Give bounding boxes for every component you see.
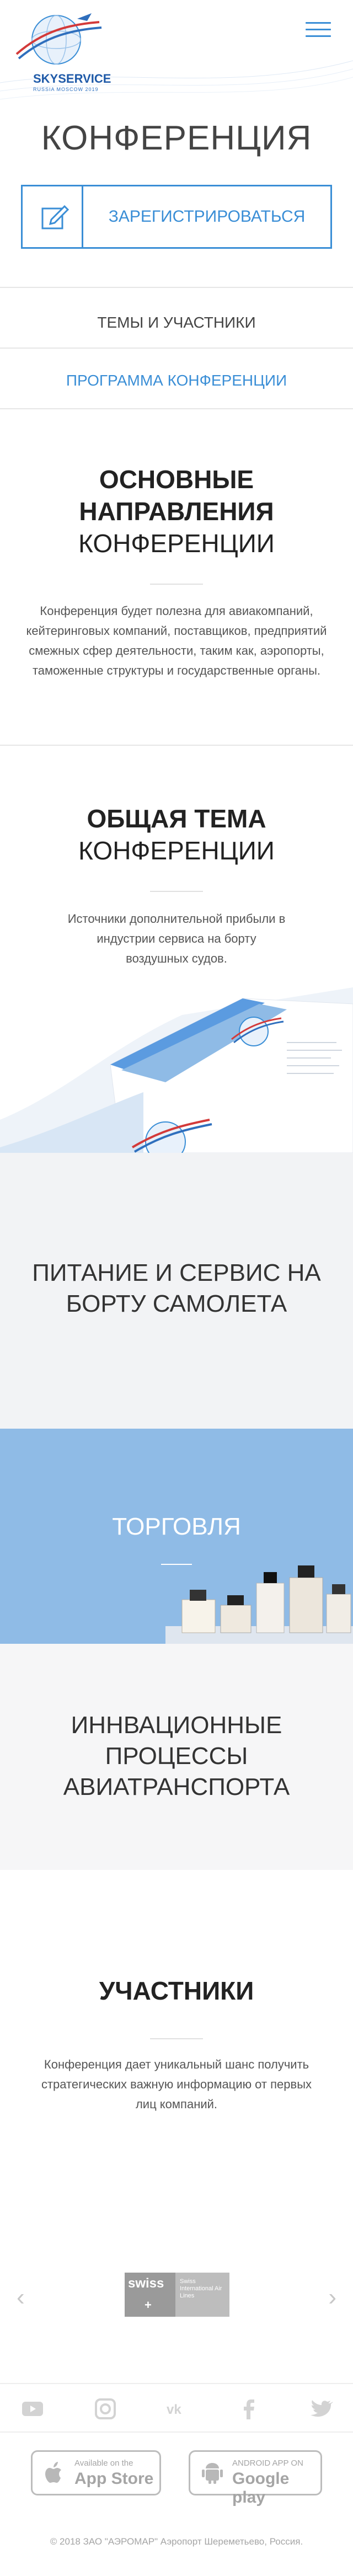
tile-catering-title: ПИТАНИЕ И СЕРВИС НА БОРТУ САМОЛЕТА: [32, 1259, 321, 1317]
register-button-label: ЗАРЕГИСТРИРОВАТЬСЯ: [108, 207, 306, 226]
google-play-small-text: ANDROID APP ON: [232, 2459, 303, 2468]
google-play-large-text: Google play: [232, 2470, 290, 2506]
footer-copyright: © 2018 ЗАО "АЭРОМАР" Аэропорт Шереметьев…: [50, 2536, 303, 2547]
edit-icon: [23, 186, 83, 247]
nav-topics-link[interactable]: ТЕМЫ И УЧАСТНИКИ: [0, 295, 353, 350]
directions-heading-light: КОНФЕРЕНЦИИ: [78, 529, 275, 558]
header: SKYSERVICE RUSSIA MOSCOW 2019: [0, 0, 353, 105]
directions-heading-bold: ОСНОВНЫЕ НАПРАВЛЕНИЯ: [79, 465, 274, 526]
vk-icon[interactable]: vk: [164, 2396, 190, 2422]
topic-text: Источники дополнительной прибыли в индус…: [67, 912, 286, 965]
directions-heading: ОСНОВНЫЕ НАПРАВЛЕНИЯ КОНФЕРЕНЦИИ: [0, 463, 353, 559]
topic-heading-bold: ОБЩАЯ ТЕМА: [87, 804, 266, 833]
section-rule: [150, 584, 203, 585]
divider: [0, 408, 353, 409]
register-button[interactable]: ЗАРЕГИСТРИРОВАТЬСЯ: [21, 185, 332, 249]
partner-caption: Swiss International Air Lines: [180, 2278, 222, 2299]
nav-program-link[interactable]: ПРОГРАММА КОНФЕРЕНЦИИ: [0, 353, 353, 408]
tile-innovation[interactable]: ИННВАЦИОННЫЕ ПРОЦЕССЫ АВИАТРАНСПОРТА: [0, 1644, 353, 1870]
carousel-next-arrow-icon[interactable]: ›: [328, 2284, 336, 2311]
app-store-small-text: Available on the: [74, 2459, 133, 2468]
brochure-image: [0, 987, 353, 1153]
divider: [0, 745, 353, 746]
topic-heading-light: КОНФЕРЕНЦИИ: [78, 836, 275, 865]
svg-text:vk: vk: [167, 2402, 181, 2417]
page: SKYSERVICE RUSSIA MOSCOW 2019 КОНФЕРЕНЦИ…: [0, 0, 353, 2576]
participants-heading-text: УЧАСТНИКИ: [99, 1976, 254, 2005]
divider: [0, 287, 353, 288]
youtube-icon[interactable]: [20, 2396, 45, 2422]
partner-logo-text: swiss: [128, 2276, 164, 2291]
section-rule: [150, 2038, 203, 2039]
logo[interactable]: SKYSERVICE RUSSIA MOSCOW 2019: [11, 8, 111, 92]
swiss-cross-icon: +: [145, 2298, 152, 2312]
directions-text: Конференция будет полезна для авиакомпан…: [26, 604, 327, 677]
twitter-icon[interactable]: [308, 2396, 333, 2422]
social-bar: vk: [0, 2383, 353, 2433]
tile-trade-title: ТОРГОВЛЯ: [112, 1513, 241, 1540]
perfume-bottles-image: [165, 1565, 353, 1644]
android-icon: [199, 2460, 226, 2486]
logo-subtitle: RUSSIA MOSCOW 2019: [33, 87, 99, 92]
tile-innovation-title: ИННВАЦИОННЫЕ ПРОЦЕССЫ АВИАТРАНСПОРТА: [63, 1712, 290, 1800]
section-rule: [150, 891, 203, 892]
apple-icon: [41, 2460, 68, 2486]
logo-text: SKYSERVICE: [33, 72, 111, 85]
divider: [0, 348, 353, 349]
page-title: КОНФЕРЕНЦИЯ: [41, 119, 312, 157]
carousel-prev-arrow-icon[interactable]: ‹: [17, 2284, 25, 2311]
partner-logo-swiss[interactable]: swiss + Swiss International Air Lines: [125, 2273, 229, 2317]
tile-catering[interactable]: ПИТАНИЕ И СЕРВИС НА БОРТУ САМОЛЕТА: [0, 1153, 353, 1429]
globe-logo-icon: [15, 13, 102, 65]
app-store-badge[interactable]: Available on the App Store: [31, 2450, 161, 2495]
instagram-icon[interactable]: [93, 2396, 118, 2422]
participants-text: Конференция дает уникальный шанс получит…: [41, 2057, 312, 2111]
hamburger-menu-icon[interactable]: [306, 22, 331, 39]
participants-heading: УЧАСТНИКИ: [0, 1975, 353, 2007]
facebook-icon[interactable]: [236, 2396, 261, 2422]
topic-heading: ОБЩАЯ ТЕМА КОНФЕРЕНЦИИ: [0, 803, 353, 867]
tile-trade[interactable]: ТОРГОВЛЯ: [0, 1429, 353, 1644]
app-store-large-text: App Store: [74, 2470, 154, 2488]
google-play-badge[interactable]: ANDROID APP ON Google play: [189, 2450, 322, 2506]
